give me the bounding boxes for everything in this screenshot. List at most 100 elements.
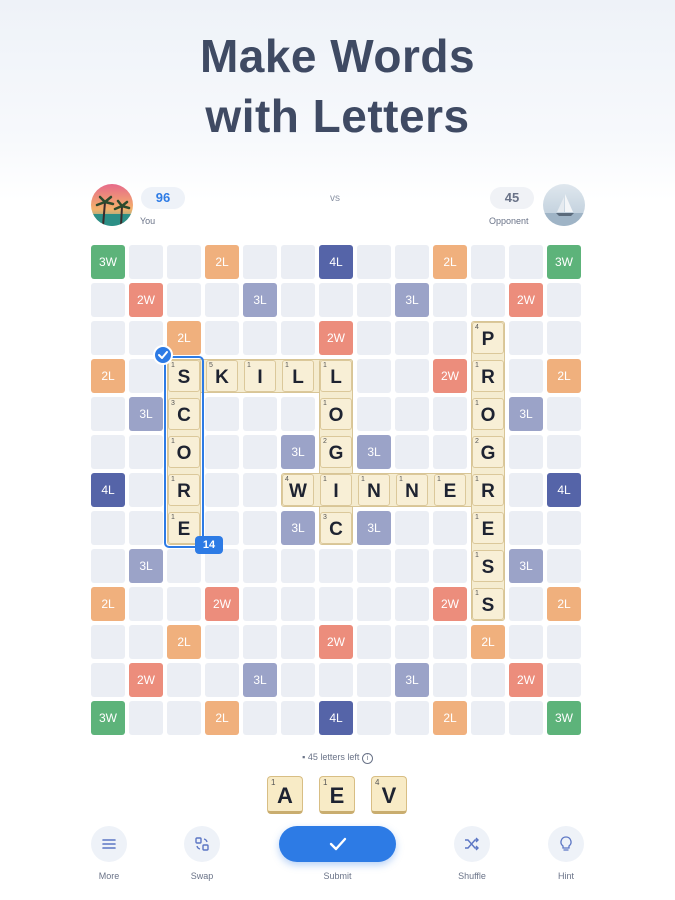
player-avatar[interactable] — [91, 184, 133, 226]
board-cell[interactable] — [509, 359, 543, 393]
board-cell[interactable] — [433, 397, 467, 431]
board-cell[interactable] — [129, 625, 163, 659]
bonus-square-3l[interactable]: 3L — [509, 549, 543, 583]
board-cell[interactable] — [129, 511, 163, 545]
bonus-square-2w[interactable]: 2W — [129, 663, 163, 697]
board-cell[interactable] — [167, 701, 201, 735]
board-cell[interactable] — [547, 321, 581, 355]
board-cell[interactable] — [129, 245, 163, 279]
bonus-square-2w[interactable]: 2W — [433, 587, 467, 621]
board-cell[interactable] — [509, 435, 543, 469]
board-cell[interactable] — [281, 625, 315, 659]
letter-tile[interactable]: 1N — [358, 474, 390, 506]
letter-tile[interactable]: 1E — [434, 474, 466, 506]
bonus-square-2l[interactable]: 2L — [433, 701, 467, 735]
bonus-square-3l[interactable]: 3L — [357, 511, 391, 545]
bonus-square-3l[interactable]: 3L — [243, 283, 277, 317]
bonus-square-2l[interactable]: 2L — [471, 625, 505, 659]
board-cell[interactable] — [395, 435, 429, 469]
board-cell[interactable] — [547, 663, 581, 697]
board-cell[interactable] — [243, 511, 277, 545]
board-cell[interactable] — [471, 245, 505, 279]
board-cell[interactable] — [91, 283, 125, 317]
bonus-square-3l[interactable]: 3L — [395, 663, 429, 697]
bonus-square-3l[interactable]: 3L — [509, 397, 543, 431]
board-cell[interactable] — [509, 511, 543, 545]
bonus-square-2l[interactable]: 2L — [547, 587, 581, 621]
board-cell[interactable] — [243, 549, 277, 583]
board-cell[interactable] — [205, 435, 239, 469]
letter-tile[interactable]: 1I — [320, 474, 352, 506]
board-cell[interactable] — [205, 625, 239, 659]
board-cell[interactable] — [433, 625, 467, 659]
board-cell[interactable] — [205, 549, 239, 583]
bonus-square-2l[interactable]: 2L — [91, 359, 125, 393]
board-cell[interactable] — [205, 663, 239, 697]
board-cell[interactable] — [319, 549, 353, 583]
board-cell[interactable] — [433, 435, 467, 469]
board-cell[interactable] — [91, 511, 125, 545]
letter-tile[interactable]: 1L — [282, 360, 314, 392]
board-cell[interactable] — [547, 435, 581, 469]
board-cell[interactable] — [395, 359, 429, 393]
letter-tile[interactable]: 1N — [396, 474, 428, 506]
letter-tile[interactable]: 1I — [244, 360, 276, 392]
board-cell[interactable] — [547, 549, 581, 583]
bonus-square-2w[interactable]: 2W — [319, 321, 353, 355]
rack-tile[interactable]: 1 A — [267, 776, 303, 814]
bonus-square-2l[interactable]: 2L — [547, 359, 581, 393]
board-cell[interactable] — [357, 625, 391, 659]
board-cell[interactable] — [509, 321, 543, 355]
board-cell[interactable] — [243, 701, 277, 735]
bonus-square-3l[interactable]: 3L — [395, 283, 429, 317]
more-button[interactable]: More — [79, 826, 139, 881]
letter-tile[interactable]: 2G — [320, 436, 352, 468]
board-cell[interactable] — [471, 663, 505, 697]
board-cell[interactable] — [281, 663, 315, 697]
board-cell[interactable] — [129, 701, 163, 735]
board-cell[interactable] — [205, 397, 239, 431]
letter-tile[interactable]: 1S — [472, 550, 504, 582]
board-cell[interactable] — [357, 359, 391, 393]
board-cell[interactable] — [129, 473, 163, 507]
board-cell[interactable] — [243, 625, 277, 659]
submit-button[interactable] — [279, 826, 396, 862]
bonus-square-3l[interactable]: 3L — [129, 397, 163, 431]
bonus-square-3l[interactable]: 3L — [357, 435, 391, 469]
bonus-square-3l[interactable]: 3L — [243, 663, 277, 697]
board-cell[interactable] — [509, 587, 543, 621]
board-cell[interactable] — [281, 321, 315, 355]
bonus-square-2w[interactable]: 2W — [129, 283, 163, 317]
bonus-square-2w[interactable]: 2W — [433, 359, 467, 393]
bonus-square-2w[interactable]: 2W — [509, 283, 543, 317]
opponent-avatar[interactable] — [543, 184, 585, 226]
bonus-square-3w[interactable]: 3W — [547, 245, 581, 279]
board-cell[interactable] — [509, 473, 543, 507]
board-cell[interactable] — [281, 587, 315, 621]
board-cell[interactable] — [243, 397, 277, 431]
bonus-square-2l[interactable]: 2L — [433, 245, 467, 279]
board-cell[interactable] — [91, 435, 125, 469]
bonus-square-2l[interactable]: 2L — [205, 245, 239, 279]
board-cell[interactable] — [395, 587, 429, 621]
letter-tile[interactable]: 1L — [320, 360, 352, 392]
board-cell[interactable] — [281, 245, 315, 279]
board-cell[interactable] — [281, 701, 315, 735]
board-cell[interactable] — [243, 587, 277, 621]
bonus-square-3l[interactable]: 3L — [281, 435, 315, 469]
board-cell[interactable] — [243, 473, 277, 507]
board-cell[interactable] — [433, 663, 467, 697]
letter-tile[interactable]: 1E — [472, 512, 504, 544]
board-cell[interactable] — [357, 283, 391, 317]
bonus-square-4l[interactable]: 4L — [319, 701, 353, 735]
board-cell[interactable] — [357, 701, 391, 735]
board-cell[interactable] — [357, 587, 391, 621]
board-cell[interactable] — [167, 283, 201, 317]
board-cell[interactable] — [547, 625, 581, 659]
board-cell[interactable] — [129, 587, 163, 621]
board-cell[interactable] — [91, 663, 125, 697]
board-cell[interactable] — [91, 625, 125, 659]
bonus-square-4l[interactable]: 4L — [547, 473, 581, 507]
bonus-square-3l[interactable]: 3L — [129, 549, 163, 583]
board-cell[interactable] — [547, 397, 581, 431]
